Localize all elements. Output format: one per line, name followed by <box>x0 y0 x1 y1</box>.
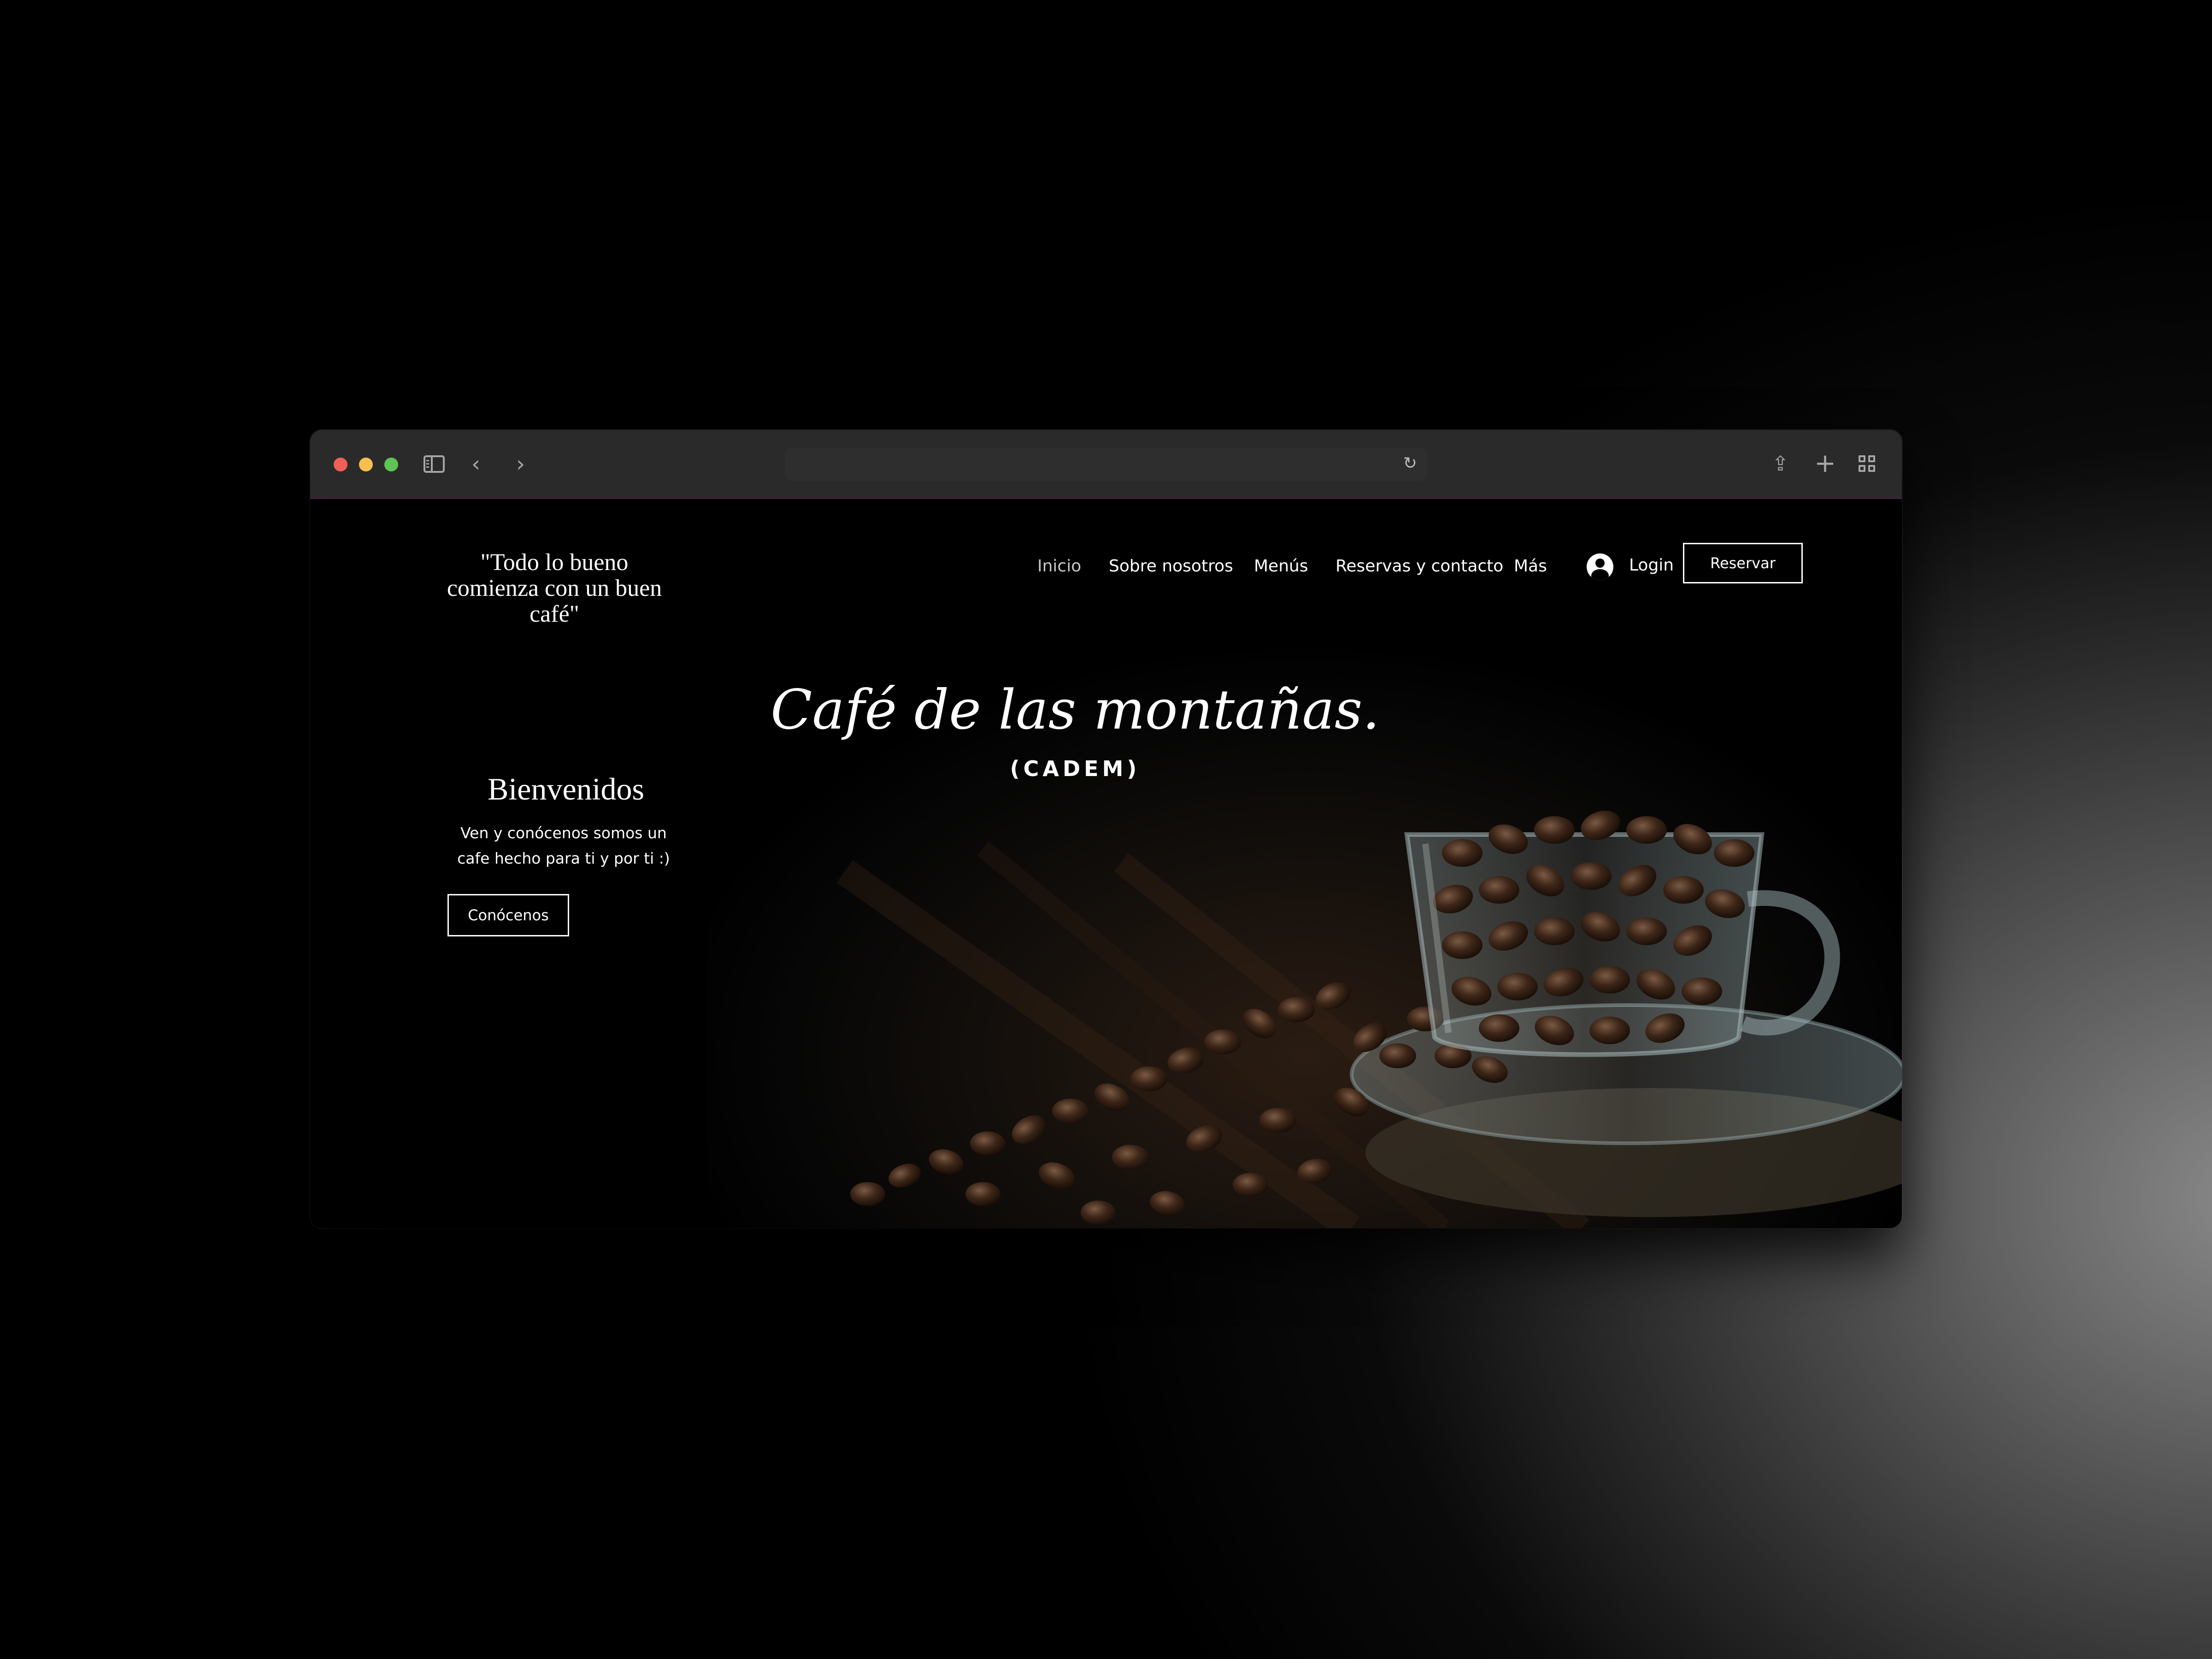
minimize-window-button[interactable] <box>359 458 373 471</box>
nav-item-menus[interactable]: Menús <box>1254 557 1308 576</box>
login-link[interactable]: Login <box>1629 556 1674 575</box>
user-avatar-icon[interactable] <box>1587 553 1613 580</box>
browser-window: ‹ › ↻ ⇪ + "Todo lo bueno comienza con un… <box>310 430 1902 1228</box>
sidebar-icon[interactable] <box>424 455 445 473</box>
nav-item-reservas-contacto[interactable]: Reservas y contacto <box>1335 557 1503 576</box>
website: "Todo lo bueno comienza con un buen café… <box>310 499 1902 1228</box>
welcome-text-line: Ven y conócenos somos un <box>460 824 667 842</box>
back-icon[interactable]: ‹ <box>471 453 480 475</box>
welcome-text-line: cafe hecho para ti y por ti :) <box>457 849 670 867</box>
forward-icon[interactable]: › <box>516 453 525 475</box>
close-window-button[interactable] <box>334 458 347 471</box>
share-icon[interactable]: ⇪ <box>1772 452 1789 476</box>
hero-title: Café de las montañas. <box>771 678 1380 741</box>
hero-image: Café de las montañas. (CADEM) <box>706 641 1902 1228</box>
zoom-window-button[interactable] <box>384 458 398 471</box>
new-tab-icon[interactable]: + <box>1814 448 1836 478</box>
tab-overview-icon[interactable] <box>1859 455 1877 474</box>
nav-item-inicio[interactable]: Inicio <box>1037 557 1081 576</box>
address-bar[interactable]: ↻ <box>785 447 1427 481</box>
reload-icon[interactable]: ↻ <box>1403 454 1417 473</box>
conocenos-button[interactable]: Conócenos <box>447 894 569 936</box>
welcome-text: Ven y conócenos somos un cafe hecho para… <box>402 820 725 871</box>
reservar-button[interactable]: Reservar <box>1683 543 1803 583</box>
hero-subtitle: (CADEM) <box>1010 756 1141 781</box>
site-tagline: "Todo lo bueno comienza con un buen café… <box>447 549 662 627</box>
nav-item-mas[interactable]: Más <box>1514 557 1547 576</box>
nav-item-sobre-nosotros[interactable]: Sobre nosotros <box>1109 557 1233 576</box>
welcome-heading: Bienvenidos <box>488 771 644 806</box>
browser-toolbar: ‹ › ↻ ⇪ + <box>310 430 1902 499</box>
